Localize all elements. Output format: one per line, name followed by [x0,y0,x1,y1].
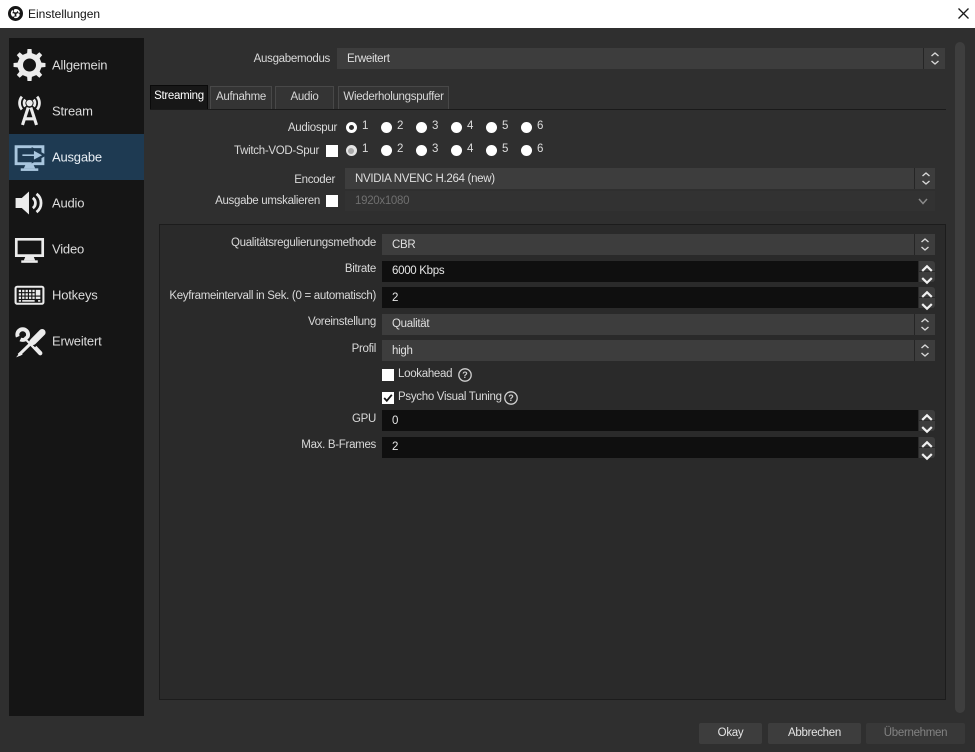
svg-text:?: ? [508,393,514,403]
svg-text:?: ? [462,370,468,380]
